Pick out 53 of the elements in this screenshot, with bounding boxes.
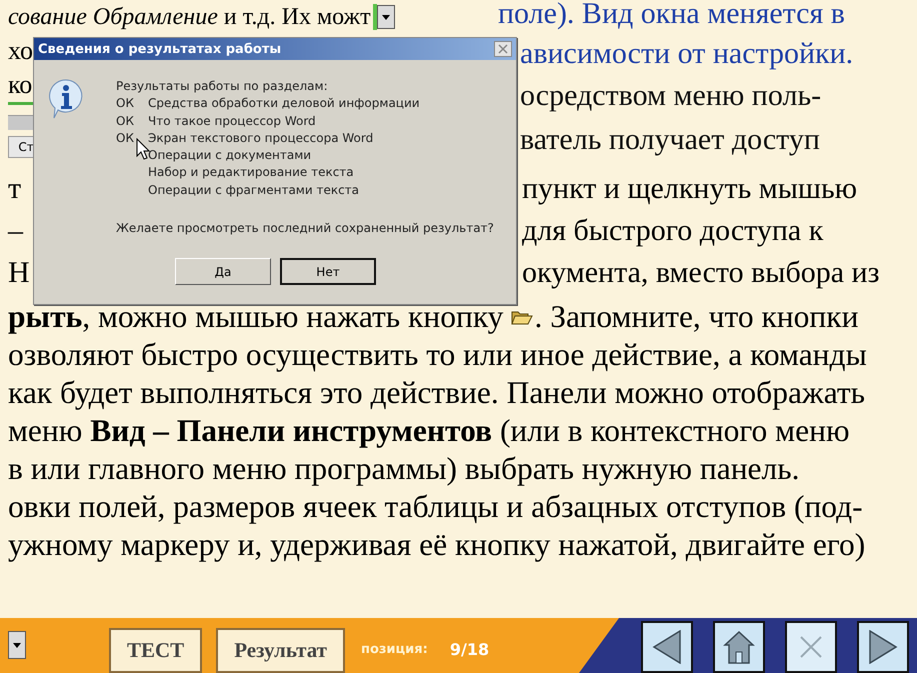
info-icon bbox=[48, 78, 84, 120]
close-icon bbox=[799, 635, 823, 659]
body-text: для быстрого доступа к bbox=[522, 213, 824, 249]
dialog-title: Сведения о результатах работы bbox=[38, 42, 282, 56]
body-text: – bbox=[8, 213, 23, 249]
link-text[interactable]: ависимости от настройки. bbox=[520, 34, 854, 74]
dialog-text: Желаете просмотреть последний сохраненный результат? bbox=[116, 220, 494, 238]
close-icon bbox=[498, 44, 508, 54]
position-value: 9/18 bbox=[450, 640, 490, 659]
section-name: Набор и редактирование текста bbox=[148, 164, 354, 182]
body-text: Н bbox=[8, 255, 30, 291]
body-text: т bbox=[8, 171, 22, 207]
status-text: ОК bbox=[116, 130, 134, 145]
body-text: ужному маркеру и, удерживая её кнопку нажатой, двигайте его) bbox=[8, 526, 866, 564]
body-text: хо bbox=[8, 35, 34, 67]
forward-button[interactable] bbox=[857, 621, 909, 673]
section-name: Операции с документами bbox=[148, 147, 312, 164]
body-text: озволяют быстро осуществить то или иное действие, а команды bbox=[8, 336, 868, 374]
dropdown-button[interactable] bbox=[376, 5, 395, 29]
body-text: пункт и щелкнуть мышью bbox=[522, 171, 858, 207]
body-text: . Запомните, что кнопки bbox=[534, 298, 858, 336]
body-text: овки полей, размеров ячеек таблицы и абзацных отступов (под- bbox=[8, 488, 864, 526]
dropdown-button[interactable] bbox=[8, 631, 26, 659]
body-text: окумента, вместо выбора из bbox=[522, 255, 880, 291]
nav-text-button[interactable]: ТЕСТ bbox=[109, 628, 202, 673]
body-text: сование Обрамление и т.д. Их можт bbox=[8, 4, 371, 30]
section-name: Что такое процессор Word bbox=[148, 112, 316, 130]
dialog-button[interactable]: Да bbox=[175, 258, 271, 286]
caret-icon bbox=[13, 642, 21, 648]
back-button[interactable] bbox=[641, 621, 693, 673]
position-label: позиция: bbox=[360, 642, 428, 657]
body-text: как будет выполняться это действие. Панели можно отображать bbox=[8, 374, 866, 412]
body-text: ватель получает доступ bbox=[520, 122, 820, 158]
body-text: осредством меню поль- bbox=[520, 78, 822, 114]
dialog-button[interactable]: Нет bbox=[280, 258, 376, 286]
home-button[interactable] bbox=[713, 621, 765, 673]
status-text: ОК bbox=[116, 96, 134, 110]
status-text: ОК bbox=[116, 114, 134, 128]
section-name: Средства обработки деловой информации bbox=[148, 95, 420, 112]
edit-marker bbox=[372, 4, 377, 30]
caret-icon bbox=[382, 14, 390, 20]
section-name: Операции с фрагментами текста bbox=[148, 182, 360, 199]
right-triangle-icon bbox=[868, 630, 898, 664]
dialog-text: Результаты работы по разделам: bbox=[116, 78, 329, 95]
section-name: Экран текстового процессора Word bbox=[148, 130, 374, 147]
link-text[interactable]: поле). Вид окна меняется в bbox=[498, 0, 845, 34]
body-text: меню Вид – Панели инструментов (или в контекстного меню bbox=[8, 412, 850, 450]
body-text: рыть, можно мышью нажать кнопку bbox=[8, 298, 504, 336]
nav-text-button[interactable]: Результат bbox=[216, 628, 345, 673]
body-text: в или главного меню программы) выбрать нужную панель. bbox=[8, 450, 800, 488]
cursor-icon bbox=[136, 138, 150, 160]
left-triangle-icon bbox=[652, 630, 682, 664]
home-icon bbox=[723, 630, 755, 664]
